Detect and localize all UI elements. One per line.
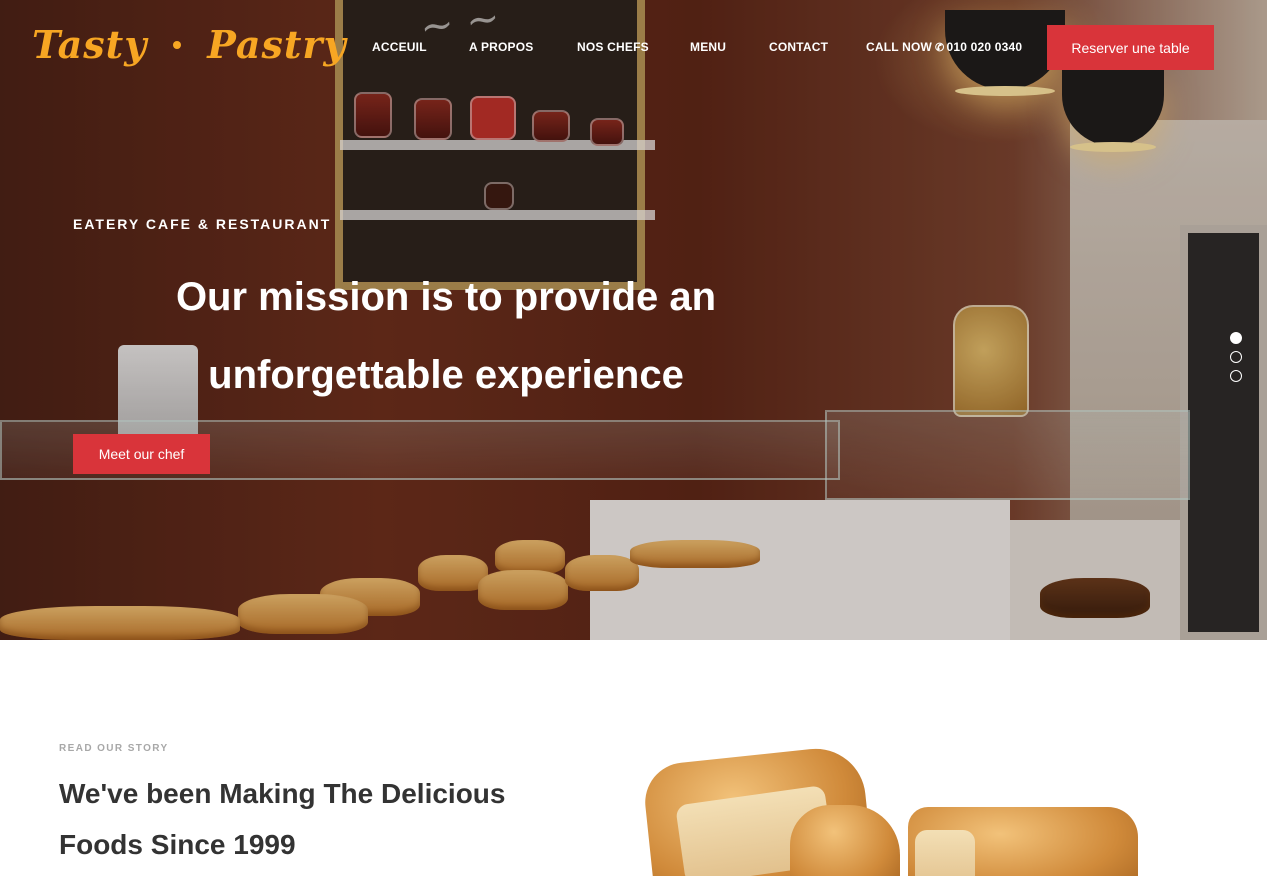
bread-loaf [790, 805, 900, 876]
bread-image [640, 735, 1150, 876]
meet-chef-button[interactable]: Meet our chef [73, 434, 210, 474]
reserve-table-button[interactable]: Reserver une table [1047, 25, 1214, 70]
nav-item-nos-chefs[interactable]: NOS CHEFS [577, 40, 649, 54]
slider-dot[interactable] [1230, 332, 1242, 344]
slider-dot[interactable] [1230, 370, 1242, 382]
hero-headline: Our mission is to provide an unforgettab… [175, 275, 717, 397]
brand-name-left: Tasty [32, 22, 148, 67]
slider-dot[interactable] [1230, 351, 1242, 363]
nav-item-contact[interactable]: CONTACT [769, 40, 828, 54]
call-now-link[interactable]: CALL NOW ✆ 010 020 0340 [866, 40, 1022, 54]
bread-crumb [915, 830, 975, 876]
brand-dot [173, 40, 182, 49]
nav-item-menu[interactable]: MENU [690, 40, 726, 54]
nav-item-acceuil[interactable]: ACCEUIL [372, 40, 427, 54]
brand-name-right: Pastry [207, 22, 347, 67]
story-title: We've been Making The Delicious Foods Si… [59, 778, 506, 860]
story-eyebrow: READ OUR STORY [59, 743, 169, 754]
nav-item-a-propos[interactable]: A PROPOS [469, 40, 534, 54]
brand-logo[interactable]: Tasty Pastry [32, 22, 347, 67]
hero-eyebrow: EATERY CAFE & RESTAURANT [73, 216, 332, 232]
slider-dots [1230, 332, 1242, 389]
phone-icon: ✆ [935, 42, 945, 54]
call-now-label: CALL NOW [866, 40, 933, 54]
phone-number: 010 020 0340 [946, 40, 1023, 54]
